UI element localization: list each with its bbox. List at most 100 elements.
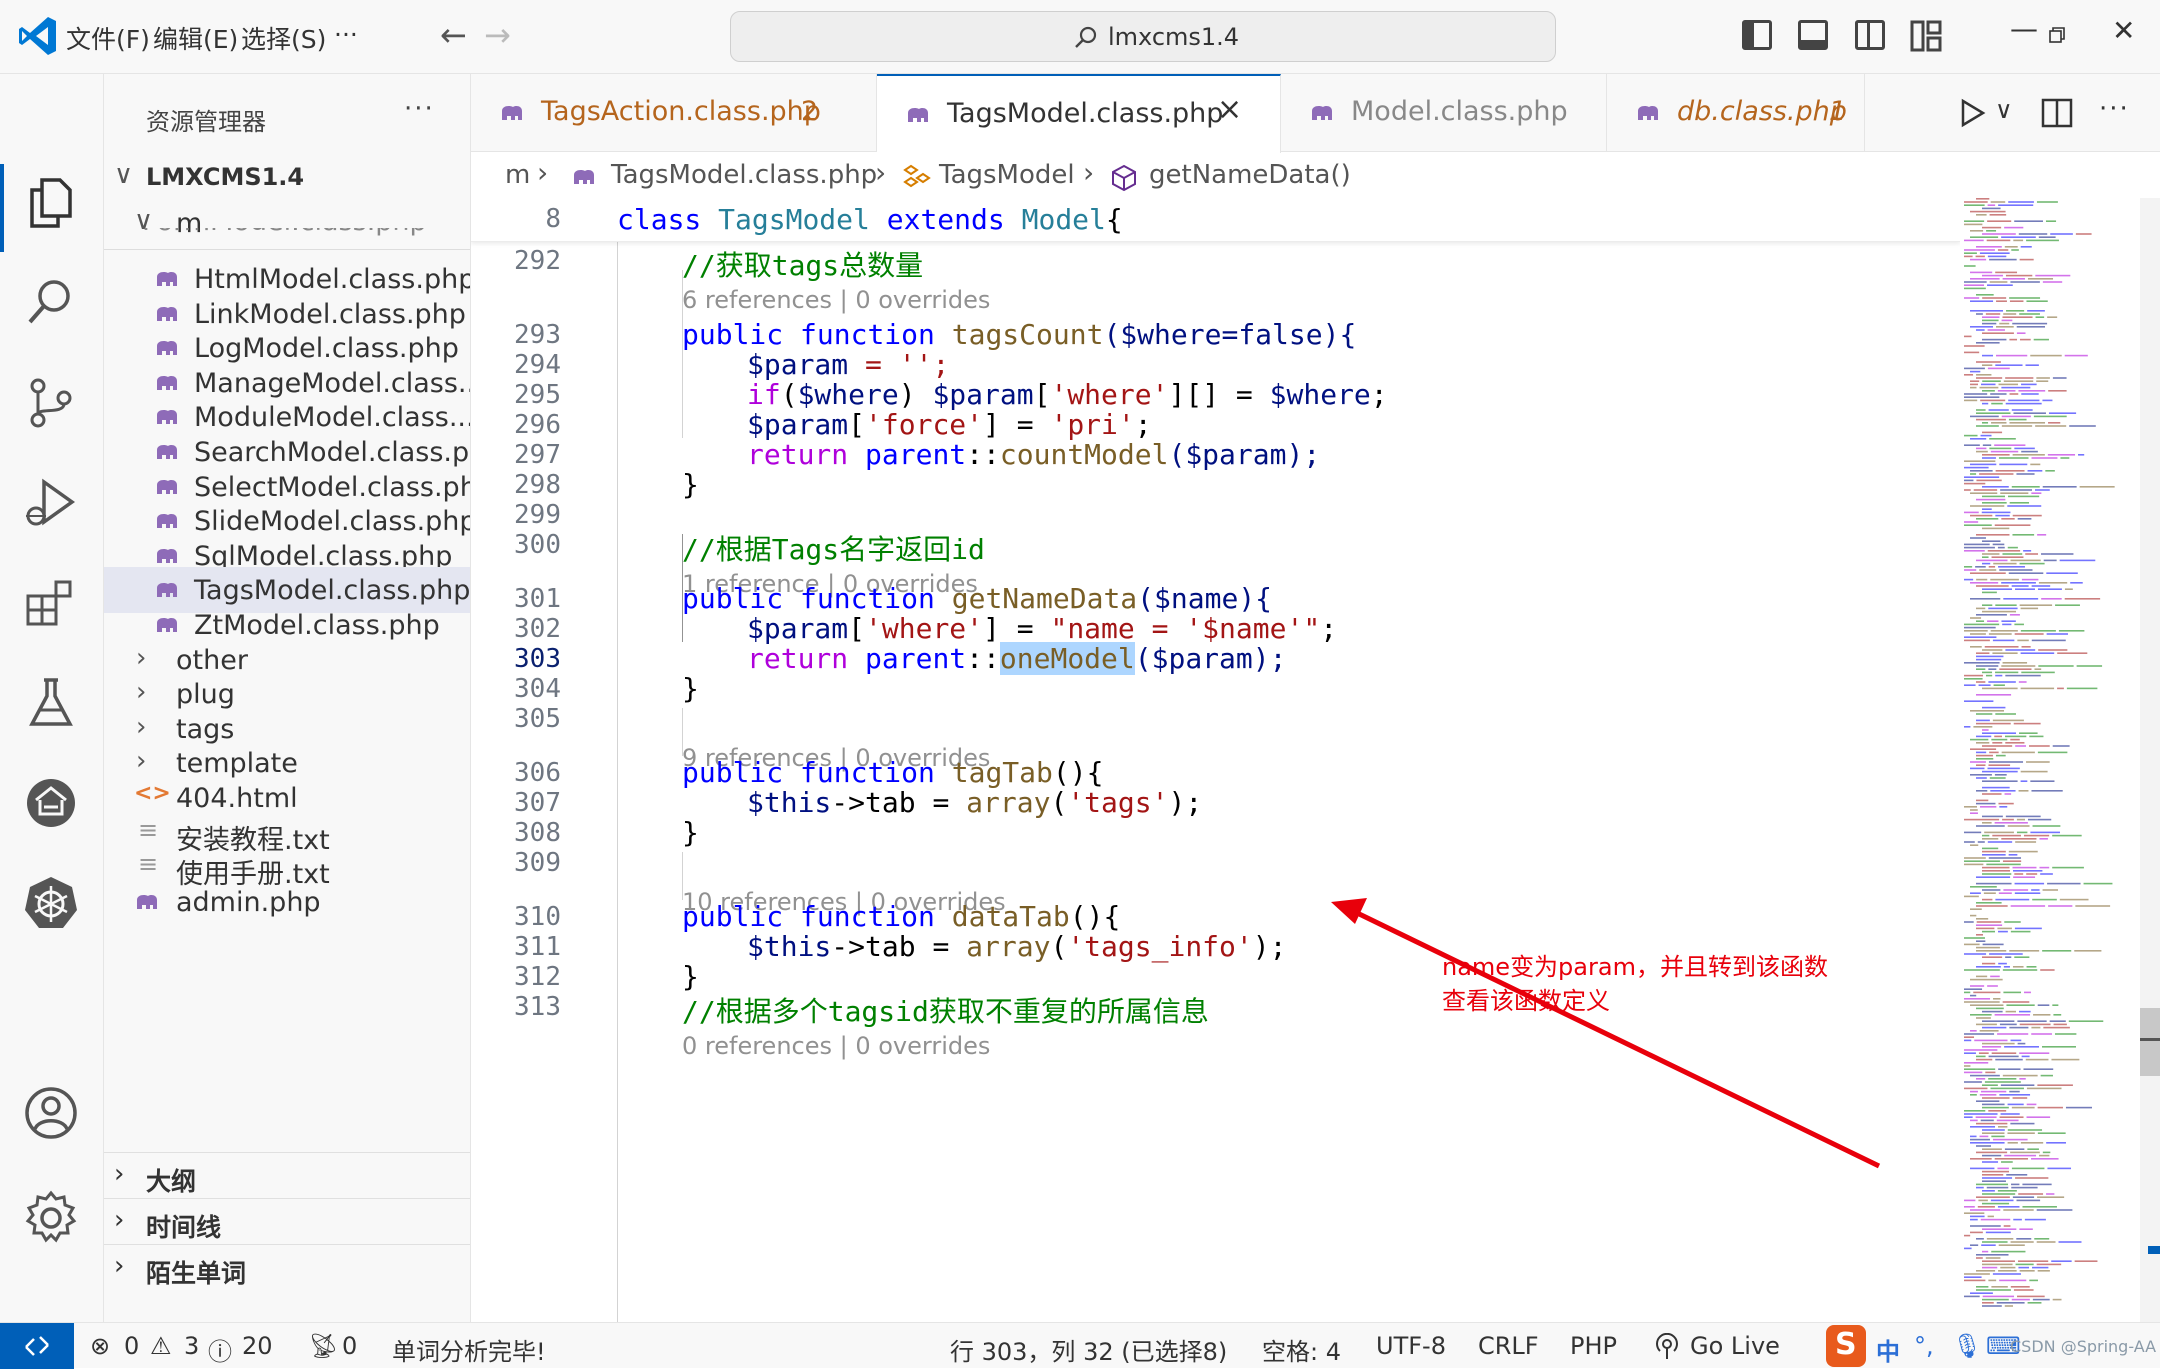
restore-icon[interactable] [2048, 26, 2066, 44]
forward-arrow-icon[interactable]: → [484, 16, 511, 54]
tab-label: TagsModel.class.php [947, 98, 1224, 129]
minimap-line [1982, 454, 2010, 456]
close-tab-icon[interactable]: × [1217, 92, 1242, 127]
menu-edit[interactable]: 编辑(E) [153, 20, 238, 56]
scrollbar-thumb[interactable] [2140, 1008, 2160, 1076]
ime-punct-icon[interactable]: °, [1914, 1332, 1934, 1360]
toggle-panel-icon[interactable] [1798, 20, 1828, 50]
menu-more[interactable]: ··· [334, 20, 358, 49]
ime-mic-icon[interactable]: 🎙︎ [1952, 1332, 1982, 1360]
ime-mode[interactable]: 中 [1876, 1332, 1900, 1367]
minimap-line [2017, 1042, 2026, 1045]
run-debug-icon[interactable] [22, 474, 80, 532]
tab-db[interactable]: db.class.php 1 [1607, 74, 1865, 152]
minimap-line [2009, 300, 2024, 302]
warning-count[interactable]: 3 [184, 1332, 199, 1360]
minimap-line [1976, 1100, 2000, 1102]
ports-count[interactable]: 0 [342, 1332, 357, 1360]
tab-tagsmodel[interactable]: TagsModel.class.php × [877, 74, 1281, 153]
vertical-scrollbar[interactable] [2140, 198, 2160, 1322]
codelens[interactable]: 0 references | 0 overrides [682, 1032, 990, 1060]
minimap-line [1988, 764, 2011, 766]
error-count[interactable]: 0 [124, 1332, 139, 1360]
end-of-line[interactable]: CRLF [1478, 1332, 1539, 1360]
close-window-icon[interactable]: ✕ [2112, 14, 2135, 47]
workspace-root[interactable]: ∨ LMXCMS1.4 [104, 154, 470, 200]
minimap-line [2002, 553, 2023, 555]
info-count[interactable]: 20 [242, 1332, 273, 1360]
errors-icon[interactable]: ⊗ [90, 1332, 110, 1360]
tab-model[interactable]: Model.class.php [1281, 74, 1607, 152]
code-editor[interactable]: 8 class TagsModel extends Model{ 292 293… [471, 198, 1960, 1322]
language-mode[interactable]: PHP [1570, 1332, 1617, 1360]
panel-timeline[interactable]: › 时间线 [104, 1198, 470, 1244]
minimap-line [1970, 994, 1977, 997]
panel-outline[interactable]: › 大纲 [104, 1152, 470, 1198]
chevron-down-icon[interactable]: ∨ [1995, 96, 2013, 124]
warnings-icon[interactable]: ⚠ [150, 1332, 172, 1360]
source-control-icon[interactable] [22, 374, 80, 432]
more-actions-icon[interactable]: ··· [2099, 94, 2130, 124]
menu-selection[interactable]: 选择(S) [241, 20, 326, 56]
command-center-search[interactable]: lmxcms1.4 [730, 11, 1556, 62]
menu-file[interactable]: 文件(F) [66, 20, 150, 56]
sidebar-more-icon[interactable]: ··· [404, 94, 435, 124]
minimap-line [1997, 1190, 2017, 1192]
sogou-ime-logo-icon[interactable]: S [1826, 1325, 1866, 1367]
remote-explorer-icon[interactable] [22, 774, 80, 832]
extensions-icon[interactable] [22, 574, 80, 632]
back-arrow-icon[interactable]: ← [440, 16, 467, 54]
breadcrumb-folder[interactable]: m [505, 160, 530, 190]
minimap-line [1970, 278, 2000, 280]
breadcrumb-class[interactable]: TagsModel [939, 160, 1075, 190]
ports-icon[interactable]: 📡︎ [308, 1332, 338, 1360]
toggle-secondary-sidebar-icon[interactable] [1855, 20, 1885, 50]
minimap-line [1997, 390, 2016, 392]
cursor-position[interactable]: 行 303，列 32 (已选择8) [950, 1332, 1227, 1367]
search-icon[interactable] [22, 274, 80, 332]
status-message[interactable]: 单词分析完毕! [392, 1332, 546, 1367]
file-item[interactable]: admin.php [104, 879, 470, 925]
line-number-current: 303 [514, 644, 561, 674]
split-editor-icon[interactable] [2041, 98, 2073, 128]
minimap[interactable] [1960, 198, 2140, 1322]
panel-unknown-words[interactable]: › 陌生单词 [104, 1244, 470, 1290]
breadcrumb-method[interactable]: getNameData() [1149, 160, 1351, 190]
minimap-line [2047, 882, 2081, 885]
sticky-scroll-header[interactable]: 8 class TagsModel extends Model{ [471, 198, 1960, 242]
minimap-line [2037, 1196, 2065, 1198]
minimap-line [1964, 1071, 1983, 1074]
testing-icon[interactable] [22, 674, 80, 732]
minimap-line [1982, 364, 1993, 366]
info-icon[interactable]: ⓘ [208, 1332, 232, 1367]
minimap-line [1976, 1078, 1986, 1080]
chevron-right-icon: › [114, 1205, 125, 1235]
minimap-line [1970, 886, 1997, 888]
encoding[interactable]: UTF-8 [1376, 1332, 1446, 1360]
minimize-icon[interactable]: — [2010, 12, 2038, 45]
explorer-icon[interactable] [22, 174, 80, 232]
minimap-line [1982, 1305, 2002, 1307]
toggle-primary-sidebar-icon[interactable] [1742, 20, 1772, 50]
settings-gear-icon[interactable] [22, 1189, 80, 1247]
tab-tagsaction[interactable]: TagsAction.class.php 2 [471, 74, 877, 152]
minimap-line [2052, 866, 2084, 869]
kubernetes-icon[interactable] [22, 874, 80, 932]
breadcrumb-file[interactable]: TagsModel.class.php [611, 160, 877, 190]
file-formmodel-cut[interactable]: FormModel.class.php [104, 228, 470, 250]
code-line: $this->tab = array('tags'); [747, 786, 1203, 819]
run-file-icon[interactable] [1957, 98, 1987, 128]
minimap-line [2039, 1154, 2050, 1157]
account-icon[interactable] [22, 1084, 80, 1142]
go-live-button[interactable]: Go Live [1690, 1332, 1780, 1360]
annotation-note: name变为param，并且转到该函数 查看该函数定义 [1442, 953, 1828, 1015]
minimap-line [1964, 511, 1979, 514]
minimap-line [1991, 422, 2007, 424]
minimap-line [2068, 1020, 2104, 1022]
codelens[interactable]: 6 references | 0 overrides [682, 286, 990, 314]
remote-indicator[interactable] [0, 1323, 74, 1369]
minimap-line [1964, 223, 1983, 226]
customize-layout-icon[interactable] [1910, 20, 1942, 52]
indentation[interactable]: 空格: 4 [1262, 1332, 1341, 1367]
minimap-line [1995, 364, 2023, 366]
